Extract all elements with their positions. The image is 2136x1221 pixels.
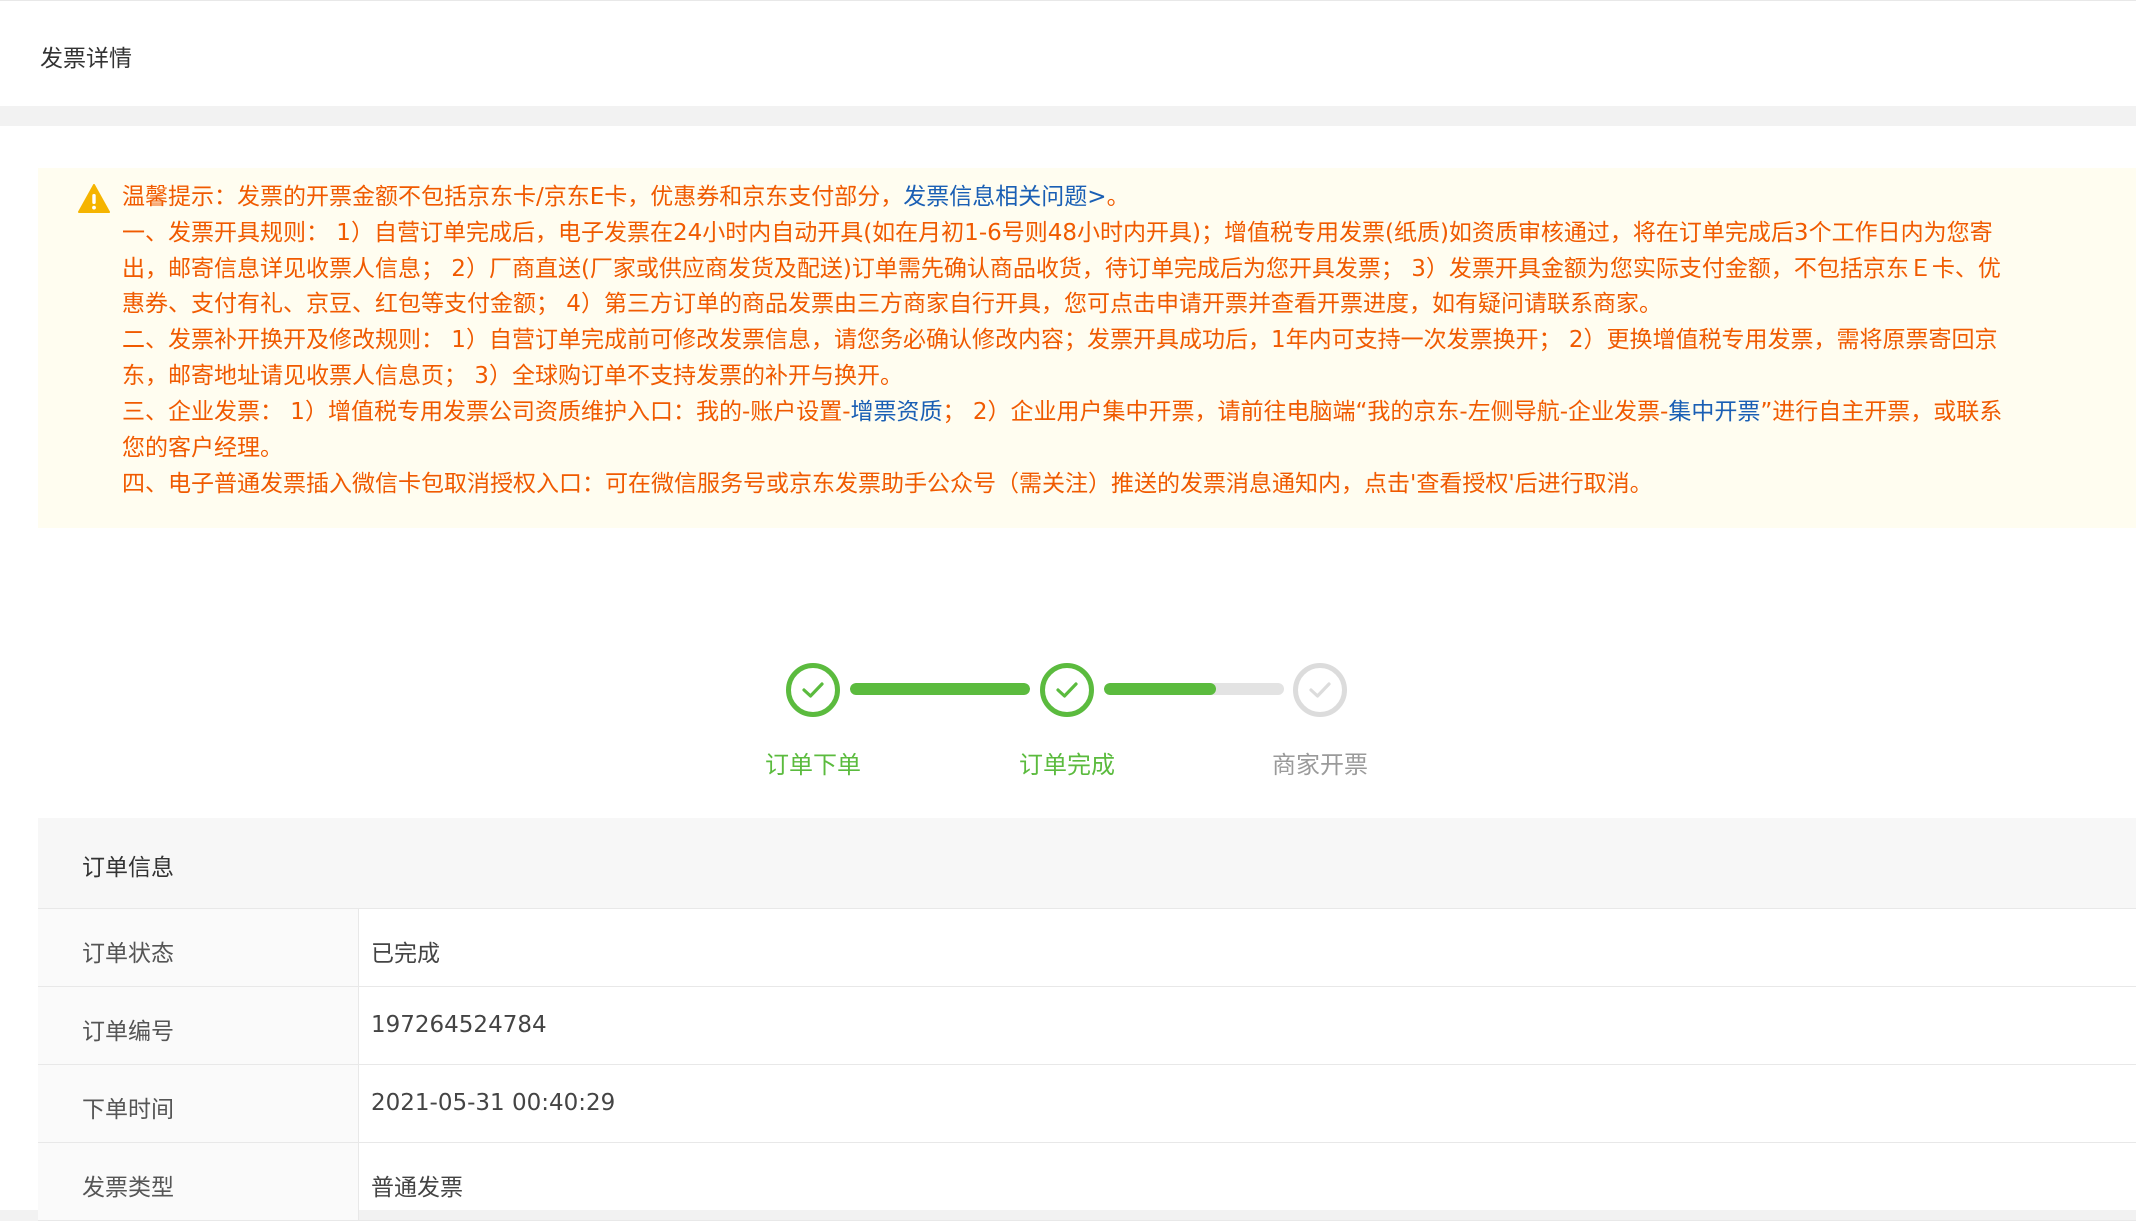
rule1-line2: 出，邮寄信息详见收票人信息； 2）厂商直送(厂家或供应商发货及配送)订单需先确认… (122, 256, 2001, 282)
notice-line-tip: 温馨提示：发票的开票金额不包括京东卡/京东E卡，优惠券和京东支付部分，发票信息相… (122, 180, 1130, 216)
row-label-cell: 发票类型 (38, 1143, 359, 1220)
step-3-label: 商家开票 (1272, 751, 1368, 779)
order-info-table: 订单信息 订单状态 已完成 订单编号 197264524784 下单时间 202… (38, 818, 2136, 1221)
rule2-line1: 二、发票补开换开及修改规则： 1）自营订单完成前可修改发票信息，请您务必确认修改… (122, 327, 1998, 353)
notice-box: 温馨提示：发票的开票金额不包括京东卡/京东E卡，优惠券和京东支付部分，发票信息相… (38, 168, 2136, 528)
table-row: 发票类型 普通发票 (38, 1143, 2136, 1221)
rule4-line: 四、电子普通发票插入微信卡包取消授权入口：可在微信服务号或京东发票助手公众号（需… (122, 471, 1653, 497)
rule3-text-3: ”进行自主开票，或联系 (1760, 399, 2003, 425)
order-info-header: 订单信息 (38, 818, 2136, 909)
invoice-faq-link[interactable]: 发票信息相关问题> (903, 184, 1106, 210)
rule1-line3: 惠券、支付有礼、京豆、红包等支付金额； 4）第三方订单的商品发票由三方商家自行开… (122, 291, 1662, 317)
batch-invoice-link[interactable]: 集中开票 (1668, 399, 1760, 425)
rule3-text-2: ； 2）企业用户集中开票，请前往电脑端“我的京东-左侧导航-企业发票- (942, 399, 1669, 425)
page-title: 发票详情 (40, 46, 132, 72)
order-status-value: 已完成 (371, 941, 440, 967)
vat-qualification-link[interactable]: 增票资质 (851, 399, 943, 425)
notice-tip-suffix: 。 (1106, 184, 1130, 210)
step-connector-2-fill (1104, 683, 1216, 695)
rule1-line1: 一、发票开具规则： 1）自营订单完成后，电子发票在24小时内自动开具(如在月初1… (122, 220, 1993, 246)
row-label-cell: 下单时间 (38, 1065, 359, 1142)
order-status-label: 订单状态 (82, 941, 174, 967)
rule3-line1: 三、企业发票： 1）增值税专用发票公司资质维护入口：我的-账户设置-增票资质； … (122, 395, 2002, 431)
warning-icon (78, 184, 110, 213)
step-1-label: 订单下单 (765, 751, 861, 779)
invoice-type-value: 普通发票 (371, 1175, 463, 1201)
step-connector-2 (1104, 683, 1284, 695)
step-connector-1-fill (850, 683, 1030, 695)
rule3-line2: 您的客户经理。 (122, 435, 283, 461)
row-label-cell: 订单状态 (38, 909, 359, 986)
order-info-title: 订单信息 (82, 855, 174, 881)
table-row: 订单编号 197264524784 (38, 987, 2136, 1065)
step-3-check-icon (1293, 663, 1347, 717)
rule3-text-1: 三、企业发票： 1）增值税专用发票公司资质维护入口：我的-账户设置- (122, 399, 851, 425)
order-number-label: 订单编号 (82, 1019, 174, 1045)
order-time-label: 下单时间 (82, 1097, 174, 1123)
row-label-cell: 订单编号 (38, 987, 359, 1064)
invoice-type-label: 发票类型 (82, 1175, 174, 1201)
main-content: 温馨提示：发票的开票金额不包括京东卡/京东E卡，优惠券和京东支付部分，发票信息相… (0, 126, 2136, 1221)
step-connector-1 (850, 683, 1030, 695)
table-row: 订单状态 已完成 (38, 909, 2136, 987)
step-2-label: 订单完成 (1019, 751, 1115, 779)
table-row: 下单时间 2021-05-31 00:40:29 (38, 1065, 2136, 1143)
step-2-check-icon (1040, 663, 1094, 717)
order-time-value: 2021-05-31 00:40:29 (371, 1090, 616, 1116)
order-number-value: 197264524784 (371, 1012, 547, 1038)
rule2-line2: 东，邮寄地址请见收票人信息页； 3）全球购订单不支持发票的补开与换开。 (122, 363, 903, 389)
step-1-check-icon (786, 663, 840, 717)
notice-tip-text: 温馨提示：发票的开票金额不包括京东卡/京东E卡，优惠券和京东支付部分， (122, 184, 904, 210)
page-header: 发票详情 (0, 0, 2136, 106)
